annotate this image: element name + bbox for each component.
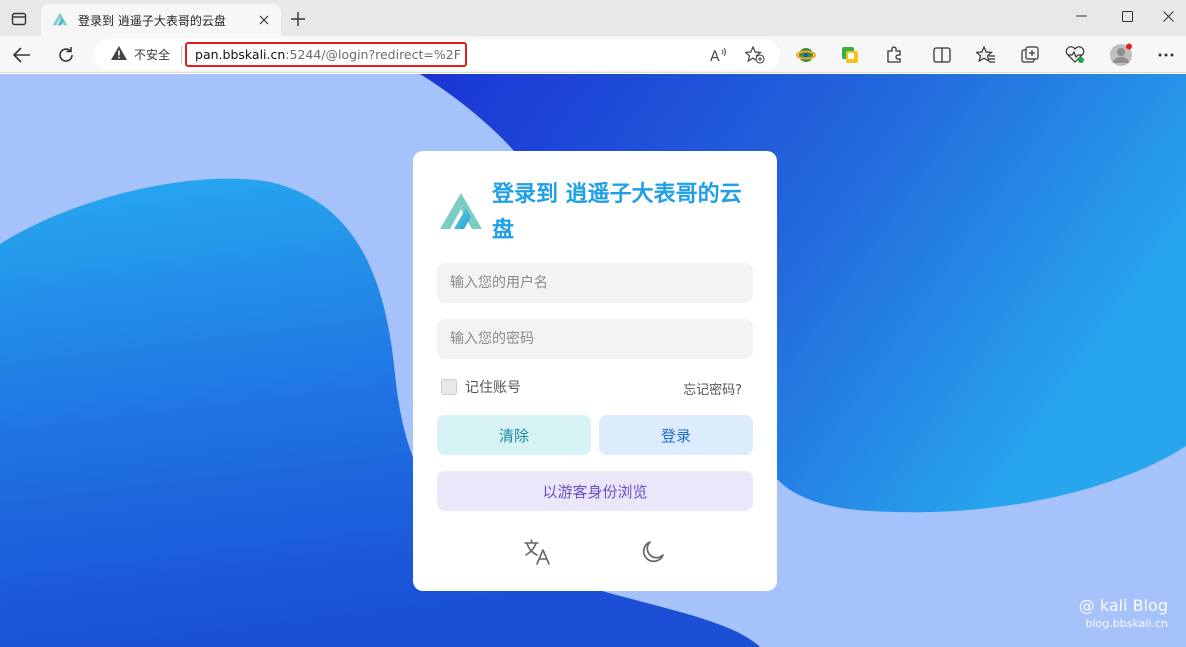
- back-icon[interactable]: [7, 40, 37, 70]
- add-favorite-icon[interactable]: [744, 44, 766, 66]
- login-button[interactable]: 登录: [599, 415, 753, 455]
- url-path: :5244/@login?redirect=%2F: [285, 47, 461, 62]
- collections-icon[interactable]: [1018, 42, 1044, 68]
- username-input[interactable]: [437, 263, 753, 303]
- watermark-url: blog.bbskali.cn: [1085, 617, 1169, 630]
- remember-checkbox[interactable]: [441, 379, 457, 395]
- split-screen-icon[interactable]: [929, 42, 955, 68]
- read-aloud-icon[interactable]: A: [708, 44, 730, 66]
- login-title: 登录到 逍遥子大表哥的云盘: [492, 182, 742, 243]
- address-bar[interactable]: 不安全 pan.bbskali.cn:5244/@login?redirect=…: [94, 39, 780, 70]
- tab-actions-icon[interactable]: [6, 6, 32, 32]
- minimize-icon[interactable]: [1058, 0, 1104, 32]
- security-indicator[interactable]: 不安全: [111, 46, 170, 63]
- login-card: 登录到 逍遥子大表哥的云盘 记住账号 忘记密码? 清除 登录 以游客身份浏览: [413, 151, 777, 591]
- extension-globe-icon[interactable]: [793, 42, 819, 68]
- app-logo-icon: [440, 193, 482, 229]
- favorites-icon[interactable]: [973, 42, 999, 68]
- remember-label: 记住账号: [465, 380, 521, 396]
- close-window-icon[interactable]: [1150, 0, 1186, 32]
- watermark: @ kali Blog blog.bbskali.cn: [1079, 596, 1168, 632]
- forgot-password-link[interactable]: 忘记密码?: [683, 379, 742, 398]
- tab-title: 登录到 逍遥子大表哥的云盘: [78, 13, 226, 28]
- browser-tab[interactable]: 登录到 逍遥子大表哥的云盘: [41, 4, 281, 36]
- remember-account[interactable]: 记住账号: [441, 377, 521, 397]
- plus-icon[interactable]: [286, 7, 310, 31]
- login-page: 登录到 逍遥子大表哥的云盘 记住账号 忘记密码? 清除 登录 以游客身份浏览 @…: [0, 74, 1186, 647]
- warning-icon: [111, 46, 127, 63]
- url-host: pan.bbskali.cn: [195, 47, 286, 62]
- puzzle-icon[interactable]: [881, 42, 907, 68]
- address-divider: [181, 46, 183, 63]
- security-label: 不安全: [134, 48, 171, 62]
- refresh-icon[interactable]: [51, 40, 81, 70]
- close-icon[interactable]: [255, 11, 273, 29]
- app-logo-icon: [52, 11, 68, 30]
- avatar[interactable]: [1108, 42, 1134, 68]
- translate-icon[interactable]: [521, 536, 553, 568]
- maximize-icon[interactable]: [1104, 0, 1150, 32]
- more-icon[interactable]: [1153, 42, 1179, 68]
- browser-toolbar: 不安全 pan.bbskali.cn:5244/@login?redirect=…: [0, 36, 1186, 73]
- svg-text:A: A: [710, 49, 720, 63]
- watermark-title: @ kali Blog: [1078, 596, 1168, 615]
- clear-button[interactable]: 清除: [437, 415, 591, 455]
- browser-titlebar: 登录到 逍遥子大表哥的云盘: [0, 0, 1186, 36]
- moon-icon[interactable]: [637, 536, 669, 568]
- heartbeat-icon[interactable]: [1062, 42, 1088, 68]
- guest-browse-button[interactable]: 以游客身份浏览: [437, 471, 753, 511]
- extension-green-icon[interactable]: [837, 42, 863, 68]
- password-input[interactable]: [437, 319, 753, 359]
- url-text[interactable]: pan.bbskali.cn:5244/@login?redirect=%2F: [185, 42, 467, 67]
